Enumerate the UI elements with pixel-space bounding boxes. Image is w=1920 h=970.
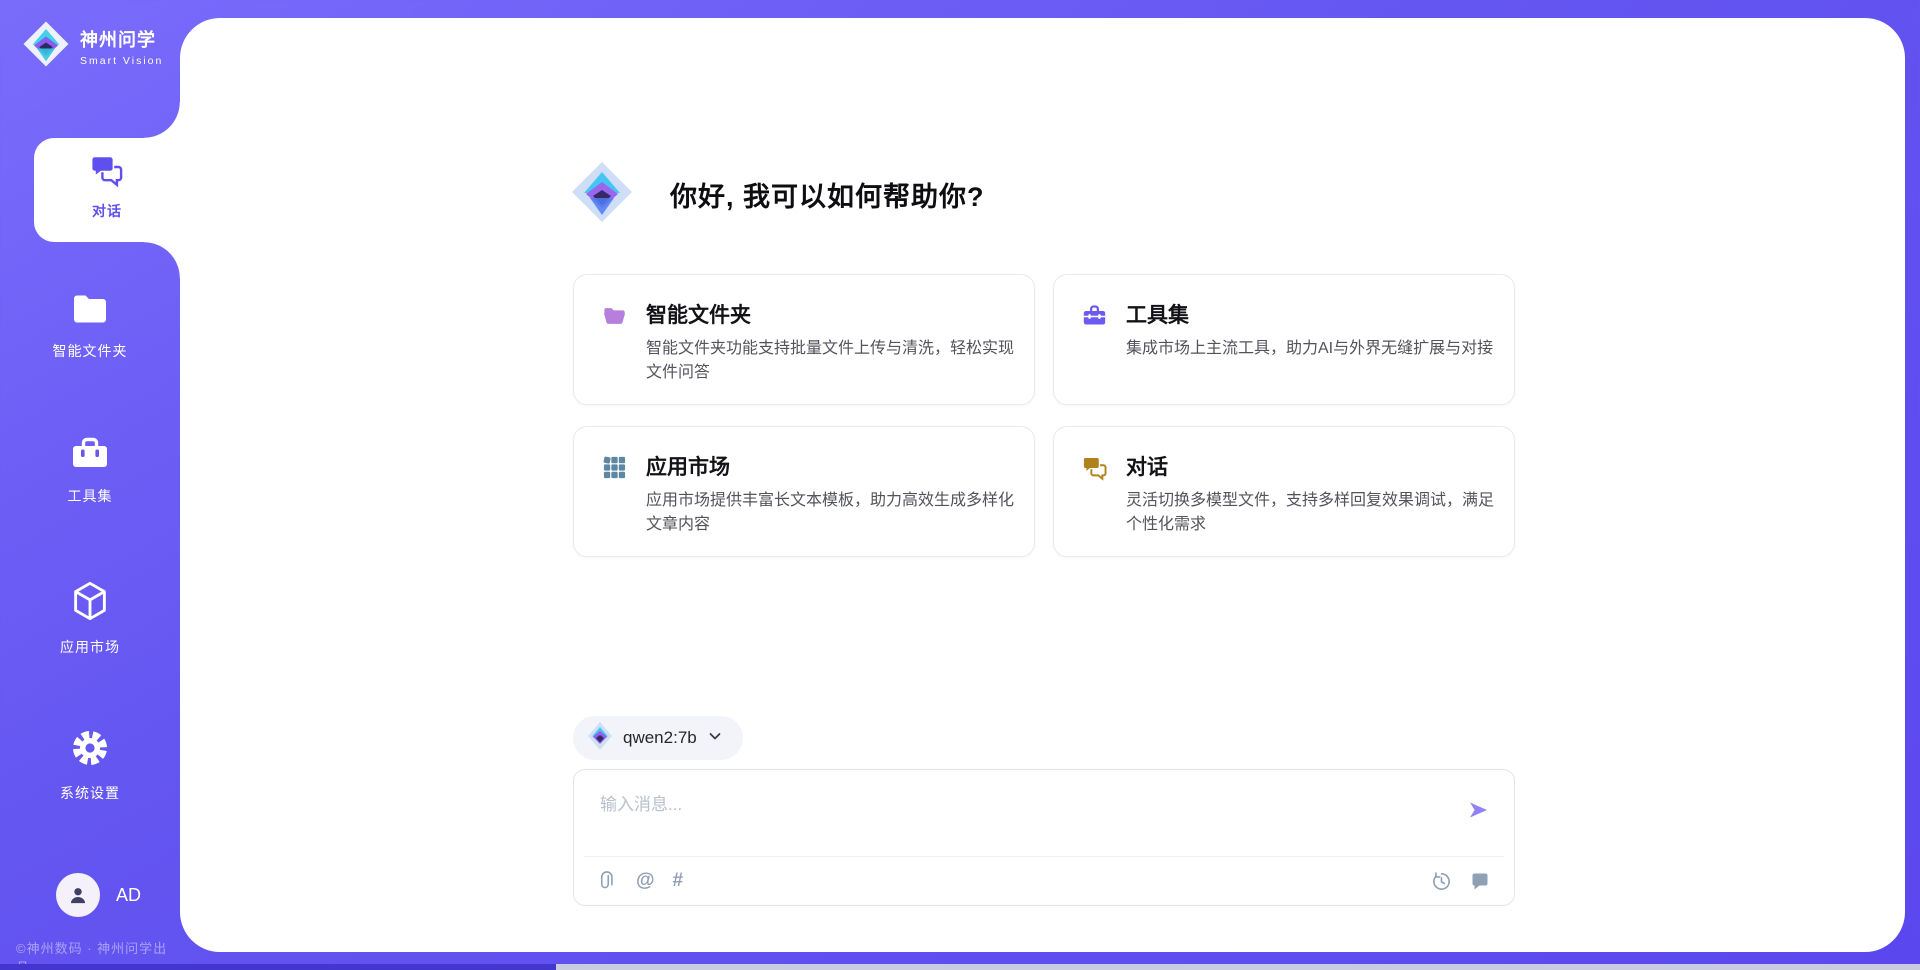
card-chat[interactable]: 对话 灵活切换多模型文件，支持多样回复效果调试，满足个性化需求 — [1053, 426, 1515, 557]
greeting-row: 你好, 我可以如何帮助你? — [570, 160, 985, 229]
brand-name: 神州问学 — [80, 26, 163, 52]
folder-icon — [0, 292, 180, 331]
send-icon[interactable] — [1466, 798, 1490, 827]
app-grid-icon — [601, 454, 628, 486]
card-toolset[interactable]: 工具集 集成市场上主流工具，助力AI与外界无缝扩展与对接 — [1053, 274, 1515, 405]
sidebar-item-settings[interactable]: 系统设置 — [0, 728, 180, 803]
card-smart-folder[interactable]: 智能文件夹 智能文件夹功能支持批量文件上传与清洗，轻松实现文件问答 — [573, 274, 1035, 405]
greeting-title: 你好, 我可以如何帮助你? — [670, 175, 985, 214]
brand-logo: 神州问学 Smart Vision — [22, 20, 163, 73]
brand-subtitle: Smart Vision — [80, 55, 163, 67]
chat-icon — [89, 154, 125, 193]
chat-icon — [1081, 454, 1108, 486]
card-title: 智能文件夹 — [646, 299, 751, 329]
card-description: 应用市场提供丰富长文本模板，助力高效生成多样化文章内容 — [646, 489, 1014, 538]
cube-icon — [0, 580, 180, 627]
user-profile[interactable]: AD — [56, 873, 141, 917]
card-title: 工具集 — [1126, 299, 1189, 329]
sidebar-item-smart-folder[interactable]: 智能文件夹 — [0, 292, 180, 361]
message-composer: 输入消息... @ # — [573, 769, 1515, 906]
feedback-bubble-icon[interactable] — [1470, 871, 1490, 891]
sidebar-item-toolset[interactable]: 工具集 — [0, 435, 180, 506]
model-gem-icon — [587, 721, 613, 756]
avatar — [56, 873, 100, 917]
composer-toolbar: @ # — [574, 857, 1514, 905]
message-input[interactable]: 输入消息... — [574, 770, 1514, 856]
model-name: qwen2:7b — [623, 728, 697, 748]
card-title: 对话 — [1126, 451, 1168, 481]
sidebar: 神州问学 Smart Vision 对话 智能文件夹 — [0, 0, 180, 970]
gear-icon — [0, 728, 180, 773]
message-input-placeholder: 输入消息... — [600, 790, 682, 815]
sidebar-item-app-market[interactable]: 应用市场 — [0, 580, 180, 657]
chevron-down-icon — [707, 728, 723, 749]
brand-gem-icon — [570, 160, 634, 229]
user-name: AD — [116, 885, 141, 906]
mention-icon[interactable]: @ — [636, 870, 655, 892]
toolbox-icon — [0, 435, 180, 476]
sidebar-item-label: 系统设置 — [0, 783, 180, 803]
horizontal-scrollbar-thumb[interactable] — [0, 964, 556, 970]
sidebar-item-chat[interactable]: 对话 — [34, 138, 180, 242]
card-description: 集成市场上主流工具，助力AI与外界无缝扩展与对接 — [1126, 337, 1494, 361]
card-title: 应用市场 — [646, 451, 730, 481]
sidebar-item-label: 智能文件夹 — [0, 341, 180, 361]
horizontal-scrollbar — [0, 964, 1920, 970]
sidebar-item-label: 工具集 — [0, 486, 180, 506]
card-description: 灵活切换多模型文件，支持多样回复效果调试，满足个性化需求 — [1126, 489, 1494, 538]
history-icon[interactable] — [1431, 871, 1452, 892]
model-selector[interactable]: qwen2:7b — [573, 716, 743, 760]
topic-icon[interactable]: # — [673, 870, 684, 892]
card-description: 智能文件夹功能支持批量文件上传与清洗，轻松实现文件问答 — [646, 337, 1014, 386]
brand-gem-icon — [22, 20, 70, 73]
attach-icon[interactable] — [598, 870, 618, 892]
folder-icon — [601, 302, 628, 334]
sidebar-item-label: 应用市场 — [0, 637, 180, 657]
toolbox-icon — [1081, 302, 1108, 334]
sidebar-item-label: 对话 — [34, 201, 180, 221]
main-content-sheet: 你好, 我可以如何帮助你? 智能文件夹 智能文件夹功能支持批量文件上传与清洗，轻… — [180, 18, 1905, 952]
card-app-market[interactable]: 应用市场 应用市场提供丰富长文本模板，助力高效生成多样化文章内容 — [573, 426, 1035, 557]
